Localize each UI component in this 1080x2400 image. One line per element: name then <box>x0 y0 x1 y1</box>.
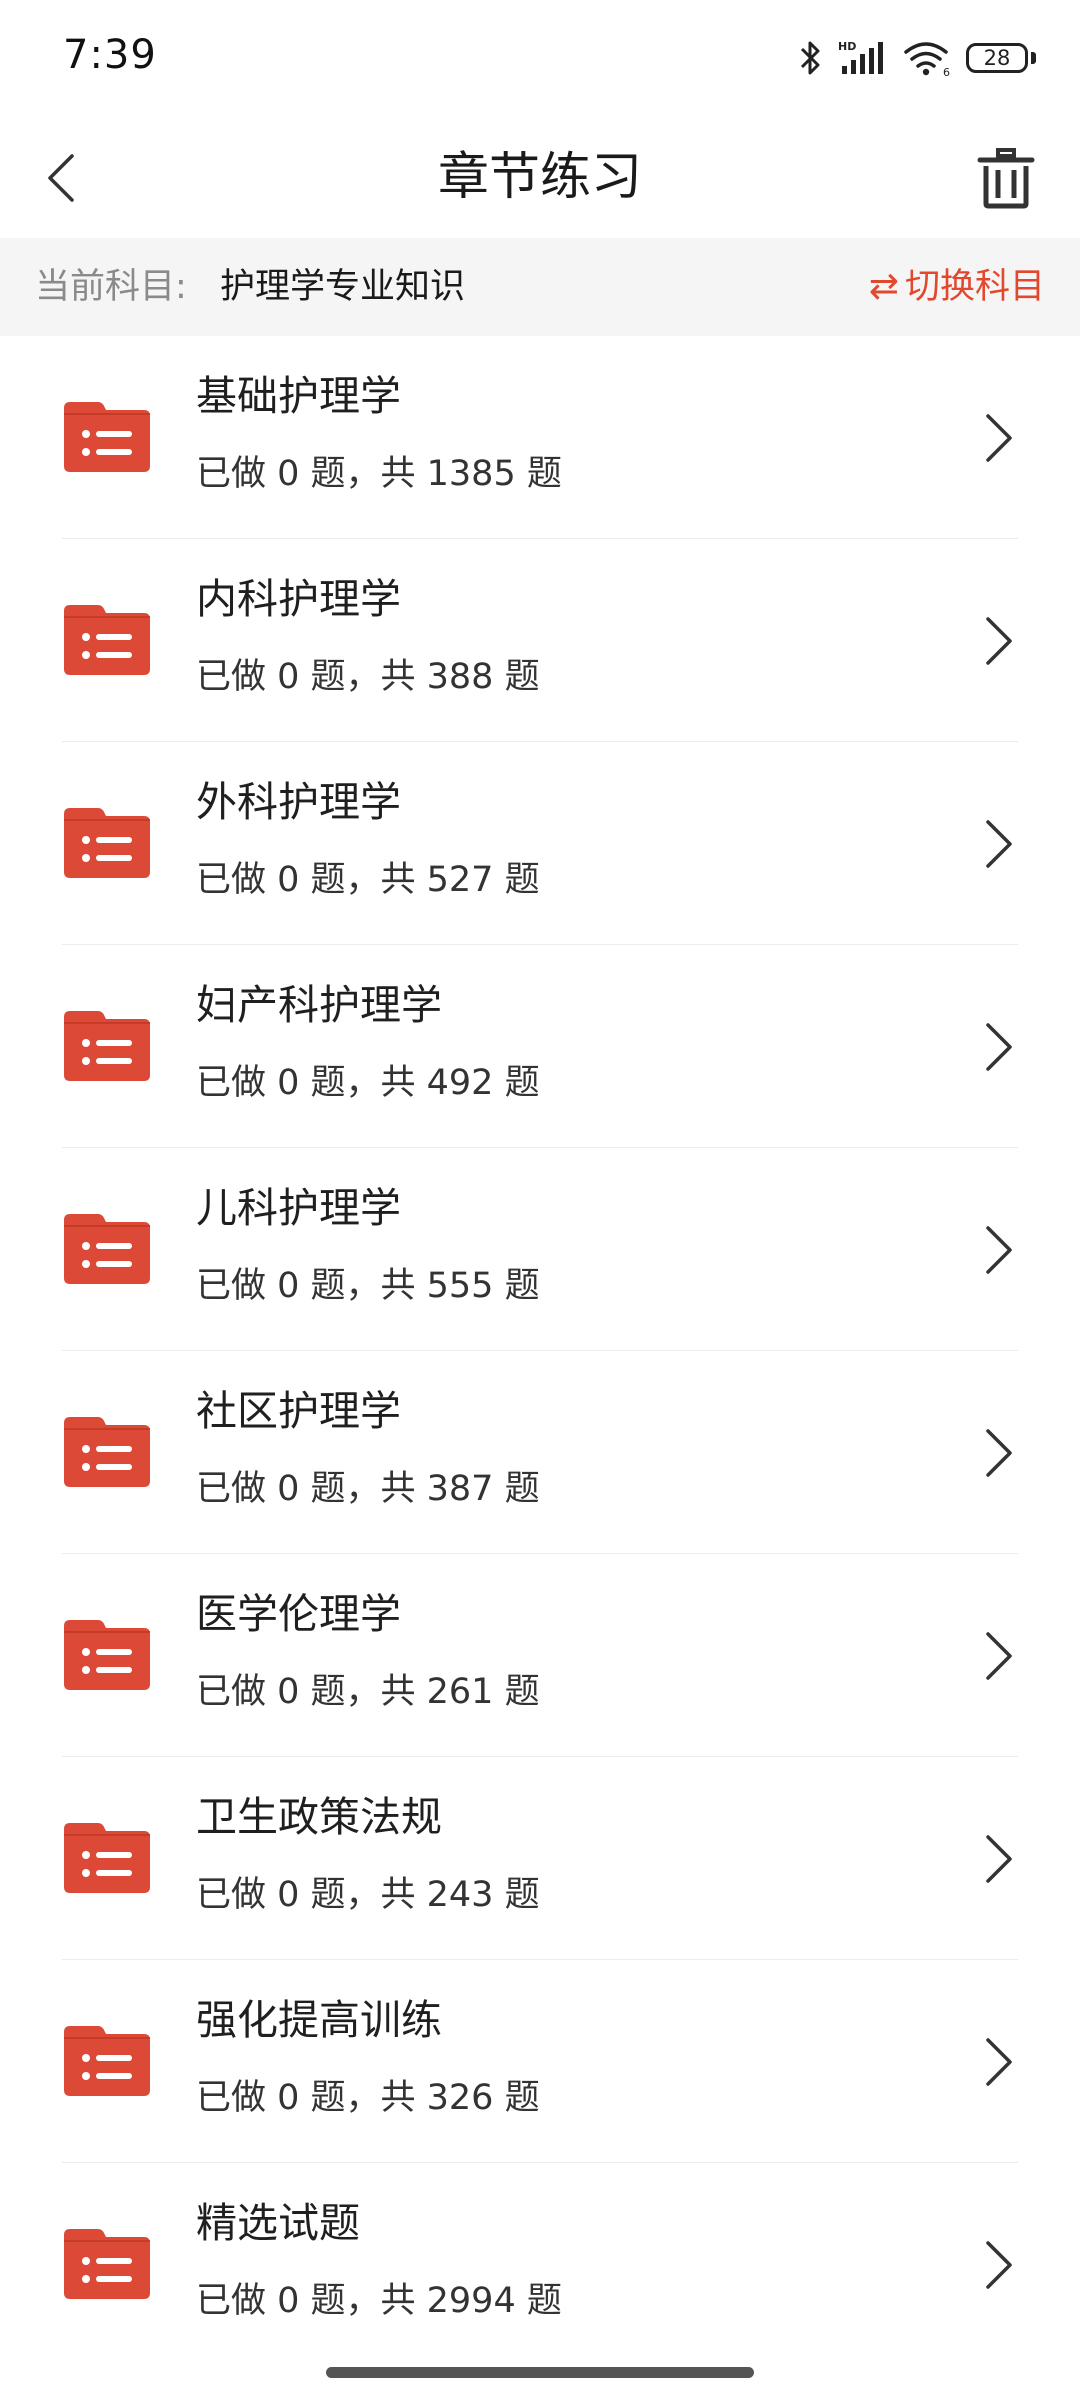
chapter-item[interactable]: 基础护理学 已做 0 题，共 1385 题 <box>0 336 1080 539</box>
folder-list-icon <box>64 1620 150 1690</box>
chevron-right-icon <box>986 1835 1012 1883</box>
home-indicator[interactable] <box>326 2367 754 2378</box>
swap-icon: ⇄ <box>868 266 899 307</box>
chapter-progress: 已做 0 题，共 527 题 <box>196 860 540 900</box>
chevron-right-icon <box>986 2038 1012 2086</box>
status-time: 7:39 <box>63 32 157 78</box>
svg-text:6: 6 <box>943 66 950 78</box>
folder-list-icon <box>64 1417 150 1487</box>
chapter-item[interactable]: 医学伦理学 已做 0 题，共 261 题 <box>0 1554 1080 1757</box>
header: 章节练习 <box>0 120 1080 238</box>
chapter-item[interactable]: 精选试题 已做 0 题，共 2994 题 <box>0 2163 1080 2366</box>
status-bar: 7:39 HD 6 28 <box>0 0 1080 120</box>
chapter-item[interactable]: 卫生政策法规 已做 0 题，共 243 题 <box>0 1757 1080 1960</box>
folder-list-icon <box>64 1214 150 1284</box>
chapter-title: 妇产科护理学 <box>196 981 442 1029</box>
subject-value: 护理学专业知识 <box>220 267 466 307</box>
chevron-right-icon <box>986 1632 1012 1680</box>
subject-bar: 当前科目: 护理学专业知识 ⇄ 切换科目 <box>0 238 1080 336</box>
status-icons: HD 6 28 <box>784 36 1036 80</box>
chevron-right-icon <box>986 1023 1012 1071</box>
chapter-progress: 已做 0 题，共 387 题 <box>196 1469 540 1509</box>
chevron-right-icon <box>986 1429 1012 1477</box>
folder-list-icon <box>64 808 150 878</box>
chapter-progress: 已做 0 题，共 1385 题 <box>196 454 562 494</box>
chapter-title: 强化提高训练 <box>196 1996 442 2044</box>
folder-list-icon <box>64 2026 150 2096</box>
chapter-progress: 已做 0 题，共 261 题 <box>196 1672 540 1712</box>
chapter-item[interactable]: 强化提高训练 已做 0 题，共 326 题 <box>0 1960 1080 2163</box>
chapter-progress: 已做 0 题，共 492 题 <box>196 1063 540 1103</box>
folder-list-icon <box>64 1823 150 1893</box>
chapter-title: 医学伦理学 <box>196 1590 401 1638</box>
chapter-progress: 已做 0 题，共 243 题 <box>196 1875 540 1915</box>
chevron-right-icon <box>986 2241 1012 2289</box>
chapter-title: 社区护理学 <box>196 1387 401 1435</box>
chapter-progress: 已做 0 题，共 555 题 <box>196 1266 540 1306</box>
battery-level: 28 <box>966 43 1028 73</box>
svg-text:HD: HD <box>838 40 856 53</box>
page-title: 章节练习 <box>437 148 642 207</box>
chevron-right-icon <box>986 617 1012 665</box>
chapter-title: 儿科护理学 <box>196 1184 401 1232</box>
switch-subject-label: 切换科目 <box>904 267 1045 307</box>
chapter-progress: 已做 0 题，共 2994 题 <box>196 2281 562 2321</box>
chevron-right-icon <box>986 820 1012 868</box>
chapter-progress: 已做 0 题，共 326 题 <box>196 2078 540 2118</box>
chapter-item[interactable]: 外科护理学 已做 0 题，共 527 题 <box>0 742 1080 945</box>
wifi-icon: 6 <box>902 38 952 78</box>
folder-list-icon <box>64 402 150 472</box>
chapter-title: 内科护理学 <box>196 575 401 623</box>
signal-icon: HD <box>836 38 888 78</box>
folder-list-icon <box>64 1011 150 1081</box>
chapter-title: 基础护理学 <box>196 372 401 420</box>
trash-icon <box>977 148 1035 209</box>
chapter-title: 卫生政策法规 <box>196 1793 442 1841</box>
delete-button[interactable] <box>966 136 1046 220</box>
chapter-progress: 已做 0 题，共 388 题 <box>196 657 540 697</box>
folder-list-icon <box>64 2229 150 2299</box>
chevron-right-icon <box>986 1226 1012 1274</box>
battery-icon: 28 <box>966 43 1036 73</box>
chapter-title: 外科护理学 <box>196 778 401 826</box>
subject-label: 当前科目: <box>35 267 187 307</box>
switch-subject-button[interactable]: ⇄ 切换科目 <box>869 262 1045 312</box>
chapter-item[interactable]: 内科护理学 已做 0 题，共 388 题 <box>0 539 1080 742</box>
chapter-item[interactable]: 儿科护理学 已做 0 题，共 555 题 <box>0 1148 1080 1351</box>
folder-list-icon <box>64 605 150 675</box>
chevron-right-icon <box>986 414 1012 462</box>
chapter-title: 精选试题 <box>196 2199 360 2247</box>
chapter-list: 基础护理学 已做 0 题，共 1385 题 内科护理学 已做 0 题，共 388… <box>0 336 1080 2366</box>
bluetooth-icon <box>798 38 822 78</box>
chapter-item[interactable]: 社区护理学 已做 0 题，共 387 题 <box>0 1351 1080 1554</box>
chapter-item[interactable]: 妇产科护理学 已做 0 题，共 492 题 <box>0 945 1080 1148</box>
